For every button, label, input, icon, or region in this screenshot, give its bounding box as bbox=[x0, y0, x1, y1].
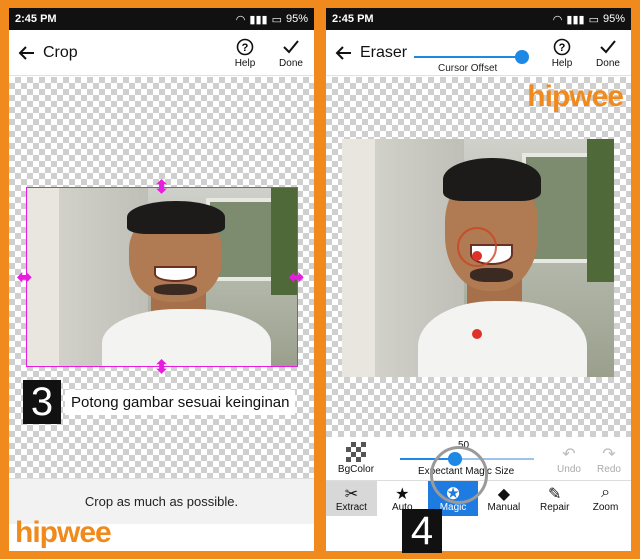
svg-text:?: ? bbox=[559, 42, 566, 54]
brand-logo: hipwee bbox=[15, 516, 112, 549]
tab-manual[interactable]: ◆ Manual bbox=[478, 481, 529, 516]
toolbar: Eraser Cursor Offset ? Help Done bbox=[326, 30, 631, 76]
done-button[interactable]: Done bbox=[585, 36, 631, 69]
help-label: Help bbox=[551, 58, 573, 69]
battery-level: 95% bbox=[602, 13, 625, 25]
undo-label: Undo bbox=[557, 464, 581, 475]
step-text: Potong gambar sesuai keinginan bbox=[65, 389, 296, 415]
redo-label: Redo bbox=[597, 464, 621, 475]
crop-handle-right[interactable]: ⬌ bbox=[289, 268, 304, 286]
tab-label: Zoom bbox=[592, 502, 619, 513]
status-bar: 2:45 PM ◠ ▮▮▮ ▭ 95% bbox=[326, 8, 631, 30]
help-label: Help bbox=[234, 58, 256, 69]
brand-logo: hipwee bbox=[527, 80, 624, 113]
canvas[interactable] bbox=[326, 77, 631, 437]
cursor-offset-slider[interactable] bbox=[414, 56, 526, 58]
signal-icon: ▮▮▮ bbox=[566, 13, 585, 26]
crop-handle-left[interactable]: ⬌ bbox=[17, 268, 32, 286]
undo-icon: ↶ bbox=[562, 446, 576, 463]
done-label: Done bbox=[279, 58, 303, 69]
zoom-icon: ⌕ bbox=[601, 484, 611, 501]
redo-button[interactable]: ↷ Redo bbox=[594, 444, 624, 475]
status-time: 2:45 PM bbox=[15, 13, 57, 25]
tab-label: Extract bbox=[335, 502, 367, 513]
battery-icon: ▭ bbox=[271, 13, 282, 26]
crop-screen: 2:45 PM ◠ ▮▮▮ ▭ 95% Crop ? Help Done ⬍ ⬍… bbox=[9, 8, 314, 551]
star-icon: ★ bbox=[395, 486, 410, 503]
help-button[interactable]: ? Help bbox=[222, 36, 268, 69]
redo-icon: ↷ bbox=[602, 446, 616, 463]
eraser-icon: ◆ bbox=[497, 486, 511, 503]
tab-label: Repair bbox=[539, 502, 570, 513]
svg-text:?: ? bbox=[242, 42, 249, 54]
done-button[interactable]: Done bbox=[268, 36, 314, 69]
cursor-offset-label: Cursor Offset bbox=[438, 63, 498, 74]
toolbar: Crop ? Help Done bbox=[9, 30, 314, 76]
page-title: Eraser bbox=[360, 43, 408, 61]
scissors-icon: ✂ bbox=[344, 486, 359, 503]
crop-handle-bottom[interactable]: ⬍ bbox=[154, 358, 169, 376]
checker-swatch-icon bbox=[346, 442, 366, 462]
brush-icon: ✎ bbox=[548, 486, 562, 503]
status-bar: 2:45 PM ◠ ▮▮▮ ▭ 95% bbox=[9, 8, 314, 30]
battery-level: 95% bbox=[285, 13, 308, 25]
eraser-target-dot bbox=[472, 251, 482, 261]
bgcolor-button[interactable]: BgColor bbox=[336, 442, 376, 475]
back-arrow-icon[interactable] bbox=[330, 39, 358, 67]
eraser-cursor-ring[interactable] bbox=[457, 227, 497, 267]
step-number: 4 bbox=[402, 509, 442, 553]
cursor-offset-knob[interactable] bbox=[515, 50, 529, 64]
done-label: Done bbox=[596, 58, 620, 69]
check-icon bbox=[599, 36, 617, 58]
step-number: 3 bbox=[23, 380, 61, 424]
battery-icon: ▭ bbox=[588, 13, 599, 26]
tab-zoom[interactable]: ⌕ Zoom bbox=[580, 481, 631, 516]
help-icon: ? bbox=[553, 36, 571, 58]
page-title: Crop bbox=[43, 43, 78, 61]
check-icon bbox=[282, 36, 300, 58]
bgcolor-label: BgColor bbox=[337, 464, 375, 475]
highlight-circle bbox=[430, 446, 488, 504]
wifi-icon: ◠ bbox=[235, 13, 246, 26]
tab-extract[interactable]: ✂ Extract bbox=[326, 481, 377, 516]
step-caption: 3 Potong gambar sesuai keinginan bbox=[23, 380, 296, 424]
wifi-icon: ◠ bbox=[552, 13, 563, 26]
status-time: 2:45 PM bbox=[332, 13, 374, 25]
help-button[interactable]: ? Help bbox=[539, 36, 585, 69]
crop-frame[interactable] bbox=[26, 187, 298, 367]
signal-icon: ▮▮▮ bbox=[249, 13, 268, 26]
tab-repair[interactable]: ✎ Repair bbox=[529, 481, 580, 516]
eraser-screen: 2:45 PM ◠ ▮▮▮ ▭ 95% Eraser Cursor Offset… bbox=[326, 8, 631, 551]
help-icon: ? bbox=[236, 36, 254, 58]
eraser-handle-dot[interactable] bbox=[472, 329, 482, 339]
tab-label: Manual bbox=[487, 502, 521, 513]
crop-handle-top[interactable]: ⬍ bbox=[154, 178, 169, 196]
back-arrow-icon[interactable] bbox=[13, 39, 41, 67]
undo-button[interactable]: ↶ Undo bbox=[554, 444, 584, 475]
